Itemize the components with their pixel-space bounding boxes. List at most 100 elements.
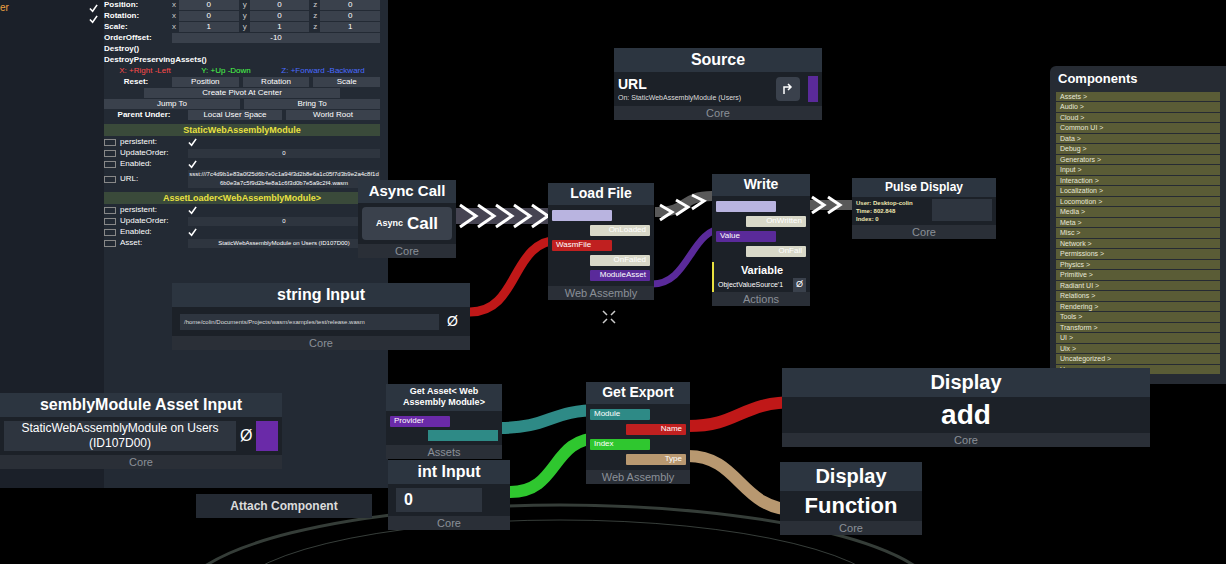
- check-icon: [188, 160, 197, 169]
- number-field[interactable]: 1: [179, 22, 239, 32]
- node-category: Web Assembly: [586, 470, 690, 484]
- field-checkbox[interactable]: [188, 228, 197, 237]
- get-asset-node[interactable]: Get Asset< Web Assembly Module>ProviderA…: [386, 384, 502, 459]
- field-value[interactable]: 0: [188, 217, 380, 226]
- component-category[interactable]: Input >: [1056, 165, 1220, 175]
- node-pin[interactable]: OnFail: [716, 245, 806, 258]
- parent-button[interactable]: Local User Space: [188, 110, 282, 120]
- number-field[interactable]: 0: [179, 11, 239, 21]
- node-pin[interactable]: OnFailed: [552, 254, 650, 267]
- number-field[interactable]: 0: [179, 0, 239, 10]
- field-value[interactable]: ssst:///7c4d9b1e83a0f25d6b7e0c1a94f3d2b8…: [188, 170, 380, 188]
- string-field[interactable]: /home/colin/Documents/Projects/wasm/exam…: [180, 314, 439, 330]
- null-button[interactable]: Ø: [240, 424, 252, 448]
- int-field[interactable]: 0: [396, 488, 482, 512]
- int-input-node[interactable]: int Input0Core: [388, 460, 510, 530]
- pulse-display-node[interactable]: Pulse DisplayUser: Desktop-colinTime: 80…: [852, 178, 996, 239]
- component-category[interactable]: Assets >: [1056, 92, 1220, 102]
- field-checkbox[interactable]: [188, 160, 197, 169]
- component-category[interactable]: Tools >: [1056, 312, 1220, 322]
- node-pin[interactable]: [716, 200, 806, 213]
- component-category[interactable]: Uncategorized >: [1056, 354, 1220, 364]
- component-category[interactable]: Transform >: [1056, 323, 1220, 333]
- node-title: string Input: [172, 283, 470, 307]
- number-field[interactable]: 0: [250, 0, 310, 10]
- component-category[interactable]: Media >: [1056, 207, 1220, 217]
- node-title: semblyModule Asset Input: [0, 393, 282, 417]
- jump-button[interactable]: Bring To: [244, 99, 380, 109]
- hierarchy-item[interactable]: [0, 15, 98, 24]
- node-pin[interactable]: OnLoaded: [552, 224, 650, 237]
- component-category[interactable]: Uix >: [1056, 344, 1220, 354]
- asset-input-node[interactable]: semblyModule Asset Input StaticWebAssembl…: [0, 393, 282, 469]
- reset-button[interactable]: Rotation: [243, 77, 310, 87]
- check-icon: [188, 138, 197, 147]
- active-checkbox[interactable]: [89, 4, 98, 13]
- null-button[interactable]: Ø: [793, 278, 806, 292]
- field-value[interactable]: 0: [188, 149, 380, 158]
- component-category[interactable]: Generators >: [1056, 155, 1220, 165]
- call-button[interactable]: Call: [407, 211, 438, 237]
- component-category[interactable]: Localization >: [1056, 186, 1220, 196]
- write-node[interactable]: WriteOnWrittenValueOnFailVariableObjectV…: [712, 174, 810, 306]
- component-category[interactable]: Network >: [1056, 239, 1220, 249]
- component-category[interactable]: Misc >: [1056, 228, 1220, 238]
- display-node[interactable]: DisplayFunctionCore: [780, 462, 922, 535]
- component-category[interactable]: Primitive >: [1056, 270, 1220, 280]
- asset-field[interactable]: StaticWebAssemblyModule on Users (ID107D…: [4, 421, 236, 451]
- reset-button[interactable]: Position: [172, 77, 239, 87]
- field-value[interactable]: StaticWebAssemblyModule on Users (ID107D…: [188, 239, 380, 248]
- active-checkbox[interactable]: [89, 15, 98, 24]
- action-button[interactable]: Destroy(): [104, 44, 380, 54]
- number-field[interactable]: 0: [320, 11, 380, 21]
- null-button[interactable]: Ø: [443, 311, 462, 332]
- node-pin[interactable]: Value: [716, 230, 806, 243]
- component-category[interactable]: Data >: [1056, 134, 1220, 144]
- node-pin[interactable]: Type: [590, 453, 686, 466]
- async-call-node[interactable]: Async CallAsyncCallCore: [358, 180, 456, 258]
- action-button[interactable]: DestroyPreservingAssets(): [104, 55, 380, 65]
- component-category[interactable]: Debug >: [1056, 144, 1220, 154]
- component-category[interactable]: Locomotion >: [1056, 197, 1220, 207]
- component-category[interactable]: Rendering >: [1056, 302, 1220, 312]
- component-category[interactable]: Physics >: [1056, 260, 1220, 270]
- component-category[interactable]: Cloud >: [1056, 113, 1220, 123]
- number-field[interactable]: 0: [320, 0, 380, 10]
- component-category[interactable]: Interaction >: [1056, 176, 1220, 186]
- reset-button[interactable]: Scale: [313, 77, 380, 87]
- node-pin[interactable]: Name: [590, 423, 686, 436]
- node-pin[interactable]: WasmFile: [552, 239, 650, 252]
- jump-button[interactable]: [776, 77, 800, 101]
- get-export-node[interactable]: Get Export Module Name Index Type Web Assembl…: [586, 382, 690, 484]
- string-input-node[interactable]: string Input/home/colin/Documents/Projec…: [172, 283, 470, 350]
- load-file-node[interactable]: Load FileOnLoadedWasmFileOnFailedModuleA…: [548, 183, 654, 300]
- component-category[interactable]: Permissions >: [1056, 249, 1220, 259]
- source-node[interactable]: SourceURLOn: StaticWebAssemblyModule (Us…: [614, 48, 822, 120]
- node-title: Get Export: [586, 382, 690, 404]
- variable-node[interactable]: VariableObjectValueSource'1Ø: [712, 262, 810, 292]
- node-pin[interactable]: OnWritten: [716, 215, 806, 228]
- component-category[interactable]: Meta >: [1056, 218, 1220, 228]
- component-category[interactable]: Radiant UI >: [1056, 281, 1220, 291]
- node-pin[interactable]: Module: [590, 408, 686, 421]
- number-field[interactable]: 0: [250, 11, 310, 21]
- number-field[interactable]: -10: [172, 33, 380, 43]
- parent-button[interactable]: World Root: [286, 110, 380, 120]
- number-field[interactable]: 1: [320, 22, 380, 32]
- node-pin[interactable]: ModuleAsset: [552, 269, 650, 282]
- node-pin[interactable]: Index: [590, 438, 686, 451]
- component-category[interactable]: Audio >: [1056, 102, 1220, 112]
- component-category[interactable]: UI >: [1056, 333, 1220, 343]
- jump-button[interactable]: Jump To: [104, 99, 240, 109]
- field-checkbox[interactable]: [188, 138, 197, 147]
- attach-component-button[interactable]: Attach Component: [196, 494, 372, 518]
- node-pin[interactable]: Provider: [390, 415, 498, 428]
- component-category[interactable]: Common UI >: [1056, 123, 1220, 133]
- node-pin[interactable]: [552, 209, 650, 222]
- field-checkbox[interactable]: [188, 206, 197, 215]
- number-field[interactable]: 1: [250, 22, 310, 32]
- hierarchy-item[interactable]: er: [0, 3, 98, 13]
- center-button[interactable]: Create Pivot At Center: [144, 88, 340, 98]
- display-node[interactable]: DisplayaddCore: [782, 368, 1150, 447]
- component-category[interactable]: Relations >: [1056, 291, 1220, 301]
